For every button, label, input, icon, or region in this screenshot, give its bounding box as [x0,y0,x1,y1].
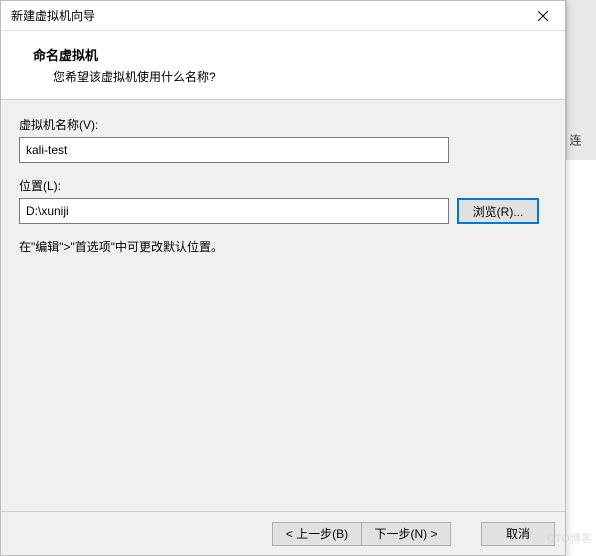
location-row: 浏览(R)... [19,198,547,224]
browse-button[interactable]: 浏览(R)... [457,198,539,224]
close-icon [538,11,548,21]
content-area: 虚拟机名称(V): 位置(L): 浏览(R)... 在"编辑">"首选项"中可更… [1,100,565,511]
footer-bar: < 上一步(B) 下一步(N) > 取消 [1,511,565,555]
header-title: 命名虚拟机 [33,45,543,64]
header-panel: 命名虚拟机 您希望该虚拟机使用什么名称? [1,31,565,100]
vm-name-row [19,137,547,163]
header-subtitle: 您希望该虚拟机使用什么名称? [53,68,543,85]
background-panel-fragment: 连 [566,0,596,160]
wizard-dialog: 新建虚拟机向导 命名虚拟机 您希望该虚拟机使用什么名称? 虚拟机名称(V): 位… [0,0,566,556]
window-title: 新建虚拟机向导 [11,7,95,24]
vm-name-label: 虚拟机名称(V): [19,116,547,133]
close-button[interactable] [520,1,565,31]
next-button[interactable]: 下一步(N) > [361,522,451,546]
nav-button-group: < 上一步(B) 下一步(N) > [272,522,451,546]
titlebar: 新建虚拟机向导 [1,1,565,31]
background-text: 连 [568,134,582,146]
back-button[interactable]: < 上一步(B) [272,522,362,546]
hint-text: 在"编辑">"首选项"中可更改默认位置。 [19,238,547,255]
vm-name-input[interactable] [19,137,449,163]
location-input[interactable] [19,198,449,224]
location-label: 位置(L): [19,177,547,194]
cancel-button[interactable]: 取消 [481,522,555,546]
